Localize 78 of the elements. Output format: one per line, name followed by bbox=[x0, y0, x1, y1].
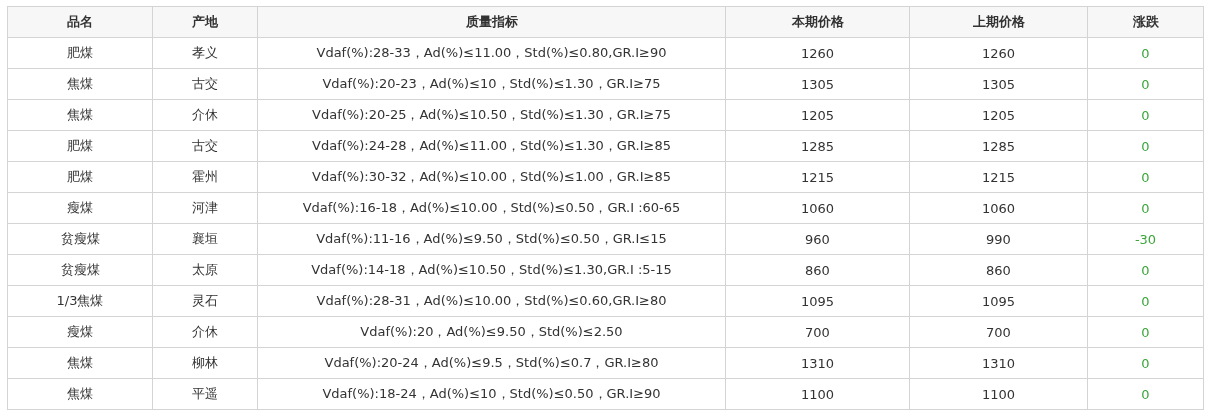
quality-spec-cell: Vdaf(%):20-23，Ad(%)≤10，Std(%)≤1.30，GR.I≥75 bbox=[257, 68, 726, 100]
quality-spec-cell: Vdaf(%):30-32，Ad(%)≤10.00，Std(%)≤1.00，GR.I≥85 bbox=[257, 161, 726, 193]
origin-cell: 古交 bbox=[152, 68, 258, 100]
current-price-cell: 700 bbox=[725, 316, 910, 348]
origin-cell: 介休 bbox=[152, 316, 258, 348]
current-price-cell: 860 bbox=[725, 254, 910, 286]
product-name-cell: 贫瘦煤 bbox=[7, 223, 153, 255]
previous-price-cell: 1060 bbox=[909, 192, 1088, 224]
previous-price-cell: 1285 bbox=[909, 130, 1088, 162]
previous-price-cell: 860 bbox=[909, 254, 1088, 286]
origin-cell: 介休 bbox=[152, 99, 258, 131]
price-change-cell: 0 bbox=[1087, 254, 1204, 286]
product-name-cell: 瘦煤 bbox=[7, 316, 153, 348]
column-header: 上期价格 bbox=[909, 6, 1088, 38]
column-header: 涨跌 bbox=[1087, 6, 1204, 38]
previous-price-cell: 1215 bbox=[909, 161, 1088, 193]
price-change-cell: 0 bbox=[1087, 130, 1204, 162]
quality-spec-cell: Vdaf(%):28-33，Ad(%)≤11.00，Std(%)≤0.80,GR.I≥90 bbox=[257, 37, 726, 69]
current-price-cell: 1310 bbox=[725, 347, 910, 379]
price-change-cell: 0 bbox=[1087, 37, 1204, 69]
current-price-cell: 1205 bbox=[725, 99, 910, 131]
column-header: 本期价格 bbox=[725, 6, 910, 38]
product-name-cell: 肥煤 bbox=[7, 130, 153, 162]
price-change-cell: 0 bbox=[1087, 316, 1204, 348]
previous-price-cell: 990 bbox=[909, 223, 1088, 255]
price-change-cell: -30 bbox=[1087, 223, 1204, 255]
previous-price-cell: 1260 bbox=[909, 37, 1088, 69]
quality-spec-cell: Vdaf(%):24-28，Ad(%)≤11.00，Std(%)≤1.30，GR.I≥85 bbox=[257, 130, 726, 162]
quality-spec-cell: Vdaf(%):11-16，Ad(%)≤9.50，Std(%)≤0.50，GR.I≤15 bbox=[257, 223, 726, 255]
origin-cell: 霍州 bbox=[152, 161, 258, 193]
column-header: 质量指标 bbox=[257, 6, 726, 38]
price-change-cell: 0 bbox=[1087, 68, 1204, 100]
price-change-cell: 0 bbox=[1087, 99, 1204, 131]
previous-price-cell: 1205 bbox=[909, 99, 1088, 131]
price-change-cell: 0 bbox=[1087, 192, 1204, 224]
product-name-cell: 焦煤 bbox=[7, 68, 153, 100]
quality-spec-cell: Vdaf(%):20，Ad(%)≤9.50，Std(%)≤2.50 bbox=[257, 316, 726, 348]
current-price-cell: 1285 bbox=[725, 130, 910, 162]
current-price-cell: 1215 bbox=[725, 161, 910, 193]
current-price-cell: 1305 bbox=[725, 68, 910, 100]
quality-spec-cell: Vdaf(%):20-25，Ad(%)≤10.50，Std(%)≤1.30，GR.I≥75 bbox=[257, 99, 726, 131]
product-name-cell: 瘦煤 bbox=[7, 192, 153, 224]
origin-cell: 柳林 bbox=[152, 347, 258, 379]
quality-spec-cell: Vdaf(%):16-18，Ad(%)≤10.00，Std(%)≤0.50，GR.I :60-65 bbox=[257, 192, 726, 224]
price-change-cell: 0 bbox=[1087, 285, 1204, 317]
current-price-cell: 1060 bbox=[725, 192, 910, 224]
quality-spec-cell: Vdaf(%):14-18，Ad(%)≤10.50，Std(%)≤1.30,GR.I :5-15 bbox=[257, 254, 726, 286]
product-name-cell: 贫瘦煤 bbox=[7, 254, 153, 286]
price-change-cell: 0 bbox=[1087, 378, 1204, 410]
product-name-cell: 焦煤 bbox=[7, 99, 153, 131]
origin-cell: 平遥 bbox=[152, 378, 258, 410]
product-name-cell: 焦煤 bbox=[7, 347, 153, 379]
product-name-cell: 肥煤 bbox=[7, 37, 153, 69]
price-change-cell: 0 bbox=[1087, 347, 1204, 379]
previous-price-cell: 1305 bbox=[909, 68, 1088, 100]
quality-spec-cell: Vdaf(%):20-24，Ad(%)≤9.5，Std(%)≤0.7，GR.I≥80 bbox=[257, 347, 726, 379]
product-name-cell: 1/3焦煤 bbox=[7, 285, 153, 317]
column-header: 产地 bbox=[152, 6, 258, 38]
product-name-cell: 焦煤 bbox=[7, 378, 153, 410]
previous-price-cell: 1310 bbox=[909, 347, 1088, 379]
current-price-cell: 960 bbox=[725, 223, 910, 255]
quality-spec-cell: Vdaf(%):28-31，Ad(%)≤10.00，Std(%)≤0.60,GR.I≥80 bbox=[257, 285, 726, 317]
origin-cell: 灵石 bbox=[152, 285, 258, 317]
origin-cell: 河津 bbox=[152, 192, 258, 224]
product-name-cell: 肥煤 bbox=[7, 161, 153, 193]
quality-spec-cell: Vdaf(%):18-24，Ad(%)≤10，Std(%)≤0.50，GR.I≥90 bbox=[257, 378, 726, 410]
price-change-cell: 0 bbox=[1087, 161, 1204, 193]
origin-cell: 太原 bbox=[152, 254, 258, 286]
origin-cell: 孝义 bbox=[152, 37, 258, 69]
current-price-cell: 1260 bbox=[725, 37, 910, 69]
previous-price-cell: 1095 bbox=[909, 285, 1088, 317]
current-price-cell: 1095 bbox=[725, 285, 910, 317]
column-header: 品名 bbox=[7, 6, 153, 38]
previous-price-cell: 700 bbox=[909, 316, 1088, 348]
origin-cell: 襄垣 bbox=[152, 223, 258, 255]
origin-cell: 古交 bbox=[152, 130, 258, 162]
previous-price-cell: 1100 bbox=[909, 378, 1088, 410]
current-price-cell: 1100 bbox=[725, 378, 910, 410]
